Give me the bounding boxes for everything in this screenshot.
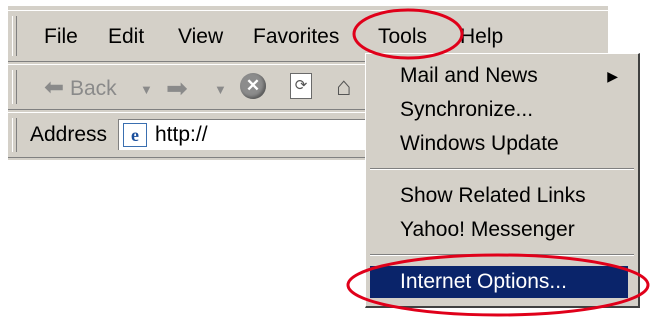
menu-item-show-related-links[interactable]: Show Related Links (370, 180, 628, 212)
menu-item-label: Show Related Links (400, 184, 586, 207)
menu-item-synchronize[interactable]: Synchronize... (370, 94, 628, 126)
page-icon: e (123, 123, 147, 147)
menu-file[interactable]: File (44, 24, 78, 50)
toolbar-grip[interactable] (12, 70, 17, 104)
menu-item-windows-update[interactable]: Windows Update (370, 128, 628, 160)
menu-edit[interactable]: Edit (108, 24, 144, 50)
address-label: Address (30, 123, 108, 146)
menu-item-label: Windows Update (400, 132, 559, 155)
menu-item-label: Synchronize... (400, 98, 534, 121)
menu-view[interactable]: View (178, 24, 223, 50)
submenu-arrow-icon: ▶ (607, 68, 618, 84)
forward-dropdown-icon[interactable]: ▼ (214, 82, 227, 97)
menubar-grip[interactable] (12, 16, 17, 56)
addressbar-grip[interactable] (12, 118, 17, 152)
menu-item-label: Internet Options... (400, 270, 567, 293)
menu-tools[interactable]: Tools (378, 24, 427, 50)
menu-favorites[interactable]: Favorites (253, 24, 339, 50)
back-arrow-icon: ⬅ (44, 74, 65, 101)
menu-separator (370, 254, 634, 256)
forward-arrow-icon[interactable]: ➡ (166, 73, 188, 104)
menu-item-label: Mail and News (400, 64, 538, 87)
menu-item-mail-and-news[interactable]: Mail and News ▶ (370, 60, 628, 92)
back-dropdown-icon[interactable]: ▼ (140, 82, 153, 97)
tools-dropdown-menu: Mail and News ▶ Synchronize... Windows U… (365, 53, 640, 308)
home-icon[interactable]: ⌂ (336, 71, 352, 102)
refresh-icon[interactable]: ⟳ (290, 73, 312, 99)
menu-help[interactable]: Help (460, 24, 503, 50)
stop-icon[interactable]: ✕ (240, 73, 266, 99)
menu-item-internet-options[interactable]: Internet Options... (370, 266, 628, 298)
menu-item-label: Yahoo! Messenger (400, 218, 575, 241)
back-button[interactable]: ⬅ Back (44, 75, 117, 102)
address-input[interactable] (155, 122, 355, 148)
back-button-label: Back (69, 77, 117, 100)
menu-item-yahoo-messenger[interactable]: Yahoo! Messenger (370, 214, 628, 246)
menu-separator (370, 168, 634, 170)
